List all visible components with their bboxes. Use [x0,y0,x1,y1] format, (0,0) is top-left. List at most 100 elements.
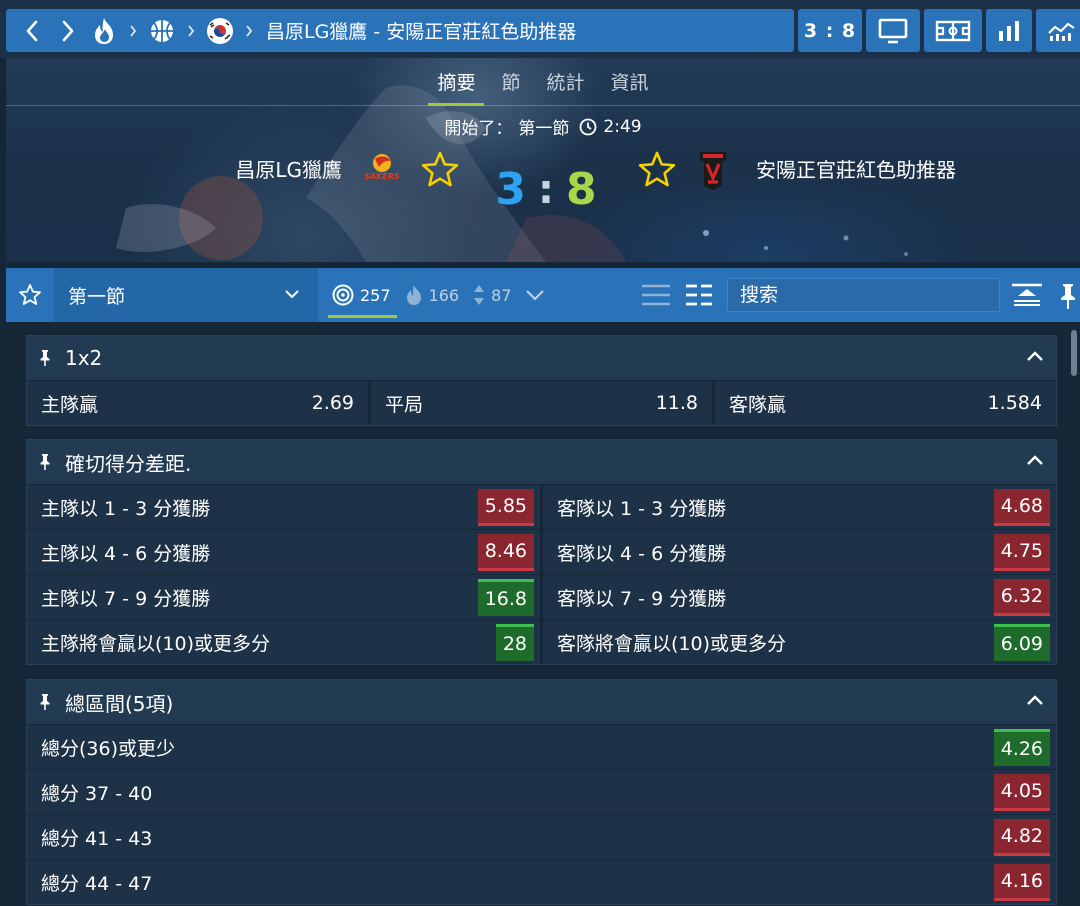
collapse-all-button[interactable] [1010,282,1044,312]
statistics-button[interactable] [986,9,1032,52]
favorite-home-team[interactable] [420,150,460,192]
south-korea-flag-icon [207,17,233,44]
market-header[interactable]: 總區間(5項) [27,680,1056,724]
fire-icon [406,285,421,305]
outcome-away-4-6[interactable]: 客隊以 4 - 6 分獲勝 4.75 [543,530,1056,574]
popular-markets-count[interactable]: 166 [405,284,459,306]
market-row: 主隊將會贏以(10)或更多分 28 客隊將會贏以(10)或更多分 6.09 [27,619,1056,664]
odd-button[interactable]: 4.26 [993,728,1050,766]
single-column-view-button[interactable] [640,282,672,312]
breadcrumb-separator [180,24,202,37]
odd-button[interactable]: 4.16 [993,863,1050,901]
odd-button[interactable]: 4.05 [993,773,1050,811]
market-row: 主隊以 4 - 6 分獲勝 8.46 客隊以 4 - 6 分獲勝 4.75 [27,529,1056,574]
outcome-away-7-9[interactable]: 客隊以 7 - 9 分獲勝 6.32 [543,575,1056,619]
odd-button[interactable]: 4.82 [993,818,1050,856]
chevron-down-icon [526,290,545,301]
status-prefix: 開始了： [444,119,513,139]
tab-statistics[interactable]: 統計 [534,58,598,106]
breadcrumb-sport[interactable] [144,9,180,52]
market-list: 1x2 主隊贏 2.69 平局 11.8 客隊贏 1.584 確切得分差距. 主… [0,322,1080,906]
scoreboard-button[interactable] [924,9,982,52]
all-markets-count-value: 257 [360,285,391,305]
market-row: 主隊以 1 - 3 分獲勝 5.85 客隊以 1 - 3 分獲勝 4.68 [27,484,1056,529]
market-total-range: 總區間(5項) 總分(36)或更少 4.26 總分 37 - 40 4.05 總… [26,679,1057,905]
odd-button[interactable]: 4.75 [993,533,1050,571]
scrollbar[interactable] [1070,326,1078,906]
pin-icon [40,694,50,710]
star-outline-icon [421,151,459,187]
current-period: 第一節 [518,119,570,139]
odd-button[interactable]: 6.09 [993,623,1050,661]
outcome-label: 總分 44 - 47 [41,872,153,895]
pin-icon [1061,284,1075,309]
top-navigation-bar: 昌原LG獵鷹 - 安陽正官莊紅色助推器 3 : 8 [0,0,1080,58]
tab-info[interactable]: 資訊 [598,58,662,106]
all-markets-count[interactable]: 257 [328,284,397,318]
market-filter-bar: 第一節 257 166 87 [6,268,1080,322]
market-header[interactable]: 確切得分差距. [27,440,1056,484]
outcome-home-7-9[interactable]: 主隊以 7 - 9 分獲勝 16.8 [27,575,543,619]
outcome-label: 主隊以 7 - 9 分獲勝 [41,587,211,610]
outcome-label: 總分 37 - 40 [41,782,153,805]
line-chart-icon [1048,22,1075,41]
match-status: 開始了： 第一節 2:49 [6,114,1080,140]
pin-icon [40,350,50,366]
home-logo-text: SAKERS [364,172,400,181]
outcome-total-36-or-less[interactable]: 總分(36)或更少 4.26 [27,724,1056,769]
breadcrumb-live[interactable] [86,9,122,52]
breadcrumb-separator [122,24,144,37]
favorite-away-team[interactable] [637,150,677,192]
live-score: 3 : 8 [486,164,606,215]
trends-button[interactable] [1036,9,1080,52]
live-stream-button[interactable] [866,9,920,52]
odd-button[interactable]: 4.68 [993,488,1050,526]
outcome-home-1-3[interactable]: 主隊以 1 - 3 分獲勝 5.85 [27,485,543,529]
odd-button[interactable]: 28 [495,623,534,661]
outcome-total-44-47[interactable]: 總分 44 - 47 4.16 [27,859,1056,904]
collapse-all-icon [1012,283,1042,306]
outcome-away-10-plus[interactable]: 客隊將會贏以(10)或更多分 6.09 [543,620,1056,664]
outcome-draw[interactable]: 平局 11.8 [371,381,715,425]
outcome-home-win[interactable]: 主隊贏 2.69 [27,381,371,425]
outcome-label: 主隊將會贏以(10)或更多分 [41,632,271,655]
match-tabs: 摘要 節 統計 資訊 [6,58,1080,106]
odd-button[interactable]: 6.32 [993,578,1050,616]
outcome-label: 總分 41 - 43 [41,827,153,850]
back-button[interactable] [14,9,50,52]
pin-toggle-button[interactable] [1058,282,1078,314]
star-outline-icon [638,151,676,187]
more-filters-toggle[interactable] [525,288,551,302]
period-select[interactable]: 第一節 [54,268,318,322]
outcome-home-10-plus[interactable]: 主隊將會贏以(10)或更多分 28 [27,620,543,664]
outcome-total-41-43[interactable]: 總分 41 - 43 4.82 [27,814,1056,859]
odd-button[interactable]: 16.8 [477,578,534,616]
market-outcomes: 主隊贏 2.69 平局 11.8 客隊贏 1.584 [27,380,1056,425]
target-icon [332,284,354,306]
odd-button[interactable]: 5.85 [477,488,534,526]
market-title: 總區間(5項) [65,691,174,716]
breadcrumb-country[interactable] [202,9,238,52]
away-team-name: 安陽正官莊紅色助推器 [756,158,956,182]
tab-period[interactable]: 節 [488,58,533,106]
home-score: 3 [495,164,526,215]
scrollbar-thumb[interactable] [1071,330,1077,376]
outcome-total-37-40[interactable]: 總分 37 - 40 4.05 [27,769,1056,814]
tab-summary[interactable]: 摘要 [424,58,488,106]
away-score: 8 [566,164,597,215]
bar-chart-icon [999,20,1019,41]
outcome-away-win[interactable]: 客隊贏 1.584 [715,381,1056,425]
outcome-away-1-3[interactable]: 客隊以 1 - 3 分獲勝 4.68 [543,485,1056,529]
changed-markets-count[interactable]: 87 [473,284,511,306]
breadcrumb-match-title: 昌原LG獵鷹 - 安陽正官莊紅色助推器 [266,21,577,43]
search-input[interactable] [727,278,1000,312]
odd-button[interactable]: 8.46 [477,533,534,571]
outcome-label: 主隊以 1 - 3 分獲勝 [41,497,211,520]
favorites-filter-button[interactable] [6,268,54,322]
chevron-right-small-icon [246,24,253,37]
forward-button[interactable] [50,9,86,52]
two-column-view-button[interactable] [684,282,714,312]
outcome-home-4-6[interactable]: 主隊以 4 - 6 分獲勝 8.46 [27,530,543,574]
outcome-odd: 1.584 [987,392,1042,414]
market-header[interactable]: 1x2 [27,336,1056,380]
